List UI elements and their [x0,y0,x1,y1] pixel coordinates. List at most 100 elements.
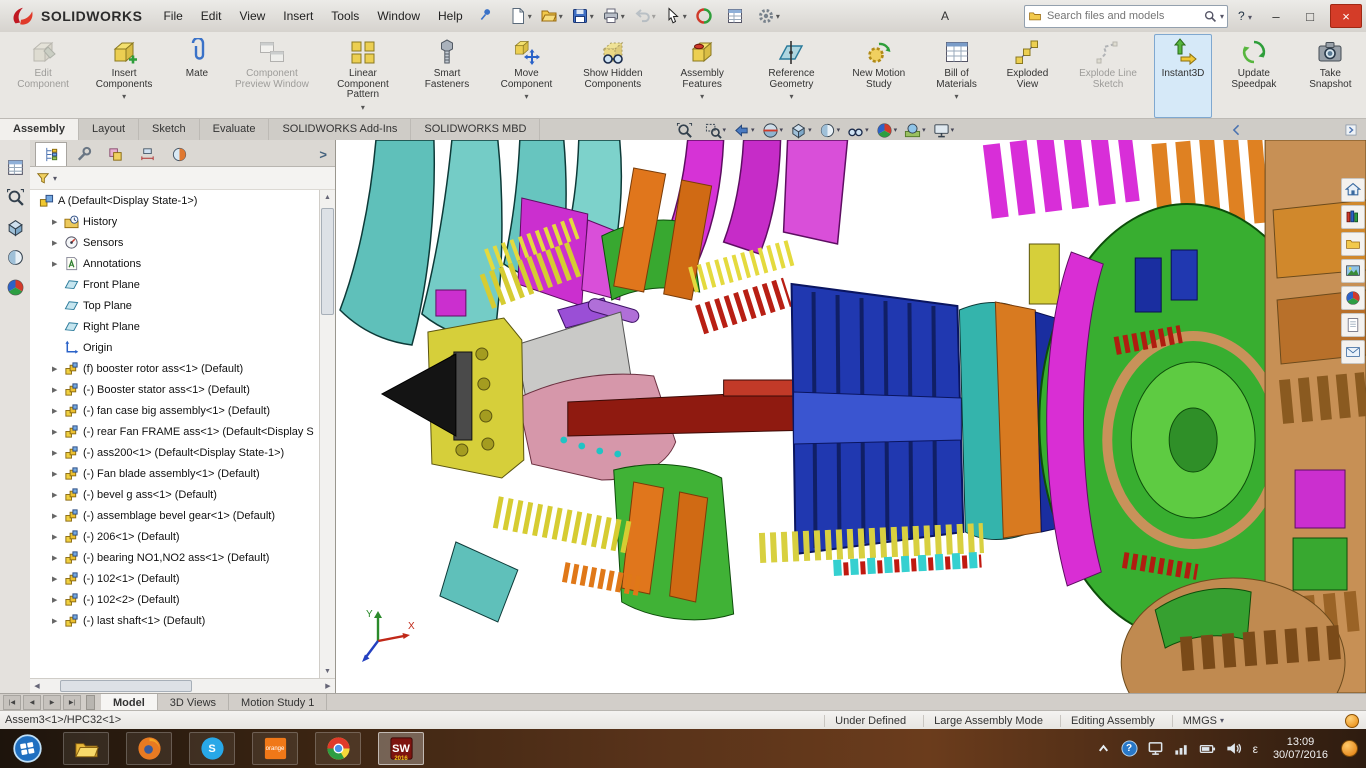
expand-arrow-icon[interactable]: ▶ [52,491,63,499]
tree-item[interactable]: ▶ (-) assemblage bevel gear<1> (Default) [30,505,320,526]
panel-flyout-chevron[interactable]: > [319,147,335,166]
ribbon-button[interactable]: Linear Component Pattern ▾ [318,34,408,118]
expand-arrow-icon[interactable]: ▶ [52,428,63,436]
ribbon-button[interactable]: Edit Component ▾ [6,34,80,118]
ribbon-button[interactable]: Component Preview Window ▾ [227,34,317,118]
appearances-scenes-icon[interactable] [1341,286,1365,310]
units-caret-icon[interactable]: ▾ [1220,716,1224,725]
scroll-up-icon[interactable]: ▲ [320,190,335,204]
tree-item[interactable]: ▶ (-) fan case big assembly<1> (Default) [30,400,320,421]
command-tab[interactable]: SOLIDWORKS MBD [411,119,541,141]
solidworks-button[interactable]: SW 2016 [378,732,424,765]
tab-scroll-next-icon[interactable]: ▶ [43,695,61,710]
ribbon-button[interactable]: Exploded View ▾ [993,34,1062,118]
file-explorer-icon[interactable] [1341,232,1365,256]
command-tab[interactable]: Layout [79,119,140,141]
save-icon[interactable]: ▾ [569,5,596,27]
featuremanager-tab-icon[interactable] [35,142,67,166]
tree-item[interactable]: ▶ (-) bearing NO1,NO2 ass<1> (Default) [30,547,320,568]
help-button[interactable]: ? ▾ [1234,7,1256,25]
menu-item[interactable]: Edit [192,5,231,27]
expand-arrow-icon[interactable]: ▶ [52,386,63,394]
select-icon[interactable]: ▾ [662,5,689,27]
skype-button[interactable]: S [189,732,235,765]
menu-item[interactable]: Window [368,5,429,27]
tree-item[interactable]: ▶ (-) 102<2> (Default) [30,589,320,610]
graphics-area[interactable] [336,140,1366,693]
tree-item[interactable]: ▶ (-) last shaft<1> (Default) [30,610,320,631]
hide-show-items-icon[interactable]: ▾ [847,122,869,139]
tree-item[interactable]: ▶ (-) Booster stator ass<1> (Default) [30,379,320,400]
ribbon-button[interactable]: Take Snapshot ▾ [1296,34,1365,118]
scroll-left-icon[interactable]: ◀ [30,679,44,693]
taskbar-clock[interactable]: 13:09 30/07/2016 [1269,736,1332,762]
orange-app-button[interactable]: orange [252,732,298,765]
display-style-icon[interactable]: ▾ [819,122,840,139]
print-icon[interactable]: ▾ [600,5,627,27]
dimxpertmanager-tab-icon[interactable] [131,142,163,166]
ribbon-button[interactable]: Explode Line Sketch ▾ [1063,34,1153,118]
section-view-icon[interactable]: ▾ [762,122,783,139]
scroll-right-icon[interactable]: ▶ [321,679,335,693]
language-indicator[interactable]: ε [1251,742,1260,756]
expand-arrow-icon[interactable]: ▶ [52,365,63,373]
scrollbar-thumb[interactable] [60,680,192,692]
view-palette-icon[interactable] [1341,259,1365,283]
network-tray-icon[interactable] [1173,740,1190,757]
ribbon-button[interactable]: Smart Fasteners ▾ [409,34,485,118]
expand-arrow-icon[interactable]: ▶ [52,617,63,625]
document-tab[interactable]: 3D Views [158,694,230,711]
scrollbar-thumb[interactable] [321,208,334,315]
minimize-button[interactable]: – [1262,4,1290,28]
command-tab[interactable]: Sketch [139,119,200,141]
expand-arrow-icon[interactable]: ▶ [52,260,63,268]
battery-tray-icon[interactable] [1199,740,1216,757]
file-properties-icon[interactable]: ▾ [724,5,751,27]
apply-scene-icon[interactable]: ▾ [904,122,926,139]
ribbon-button[interactable]: Show Hidden Components ▾ [568,34,658,118]
expand-arrow-icon[interactable]: ▶ [52,575,63,583]
displaymanager-tab-icon[interactable] [163,142,195,166]
undo-icon[interactable]: ▾ [631,5,658,27]
expand-arrow-icon[interactable]: ▶ [52,512,63,520]
tree-item[interactable]: ▶ Front Plane [30,274,320,295]
hidden-icons-chevron[interactable] [1095,740,1112,757]
firefox-button[interactable] [126,732,172,765]
filter-caret-icon[interactable]: ▾ [53,174,57,183]
document-tab[interactable]: Motion Study 1 [229,694,328,711]
menu-item[interactable]: Help [429,5,472,27]
close-button[interactable]: × [1330,4,1362,28]
tree-item[interactable]: ▶ (-) 206<1> (Default) [30,526,320,547]
dock-zoom-icon[interactable] [6,188,25,207]
tree-item[interactable]: ▶ (-) bevel g ass<1> (Default) [30,484,320,505]
propertymanager-tab-icon[interactable] [67,142,99,166]
dock-display-icon[interactable] [6,248,25,267]
tree-item[interactable]: ▶ (-) Fan blade assembly<1> (Default) [30,463,320,484]
design-library-icon[interactable] [1341,205,1365,229]
ribbon-button[interactable]: New Motion Study ▾ [837,34,920,118]
expand-arrow-icon[interactable]: ▶ [52,449,63,457]
scroll-down-icon[interactable]: ▼ [320,664,335,678]
zoom-area-icon[interactable]: ▾ [705,122,726,139]
zoom-fit-icon[interactable]: ▾ [676,122,698,139]
ribbon-button[interactable]: Instant3D ▾ [1154,34,1212,118]
expand-arrow-icon[interactable]: ▶ [52,470,63,478]
ribbon-button[interactable]: Reference Geometry ▾ [746,34,836,118]
expand-arrow-icon[interactable]: ▶ [52,407,63,415]
ribbon-button[interactable]: Insert Components ▾ [81,34,167,118]
dock-cube-icon[interactable] [6,218,25,237]
tab-scroll-first-icon[interactable]: |◀ [3,695,21,710]
command-tab[interactable]: SOLIDWORKS Add-Ins [269,119,412,141]
expand-arrow-icon[interactable]: ▶ [52,596,63,604]
ribbon-button[interactable]: Update Speedpak ▾ [1213,34,1295,118]
file-explorer-button[interactable] [63,732,109,765]
open-icon[interactable]: ▾ [538,5,565,27]
ribbon-button[interactable]: Bill of Materials ▾ [921,34,992,118]
options-icon[interactable]: ▾ [755,5,782,27]
solidworks-forum-icon[interactable] [1341,340,1365,364]
display-tray-icon[interactable] [1147,740,1164,757]
custom-properties-icon[interactable] [1341,313,1365,337]
chrome-button[interactable] [315,732,361,765]
tab-scroll-prev-icon[interactable]: ◀ [23,695,41,710]
edit-appearance-icon[interactable]: ▾ [876,122,897,139]
